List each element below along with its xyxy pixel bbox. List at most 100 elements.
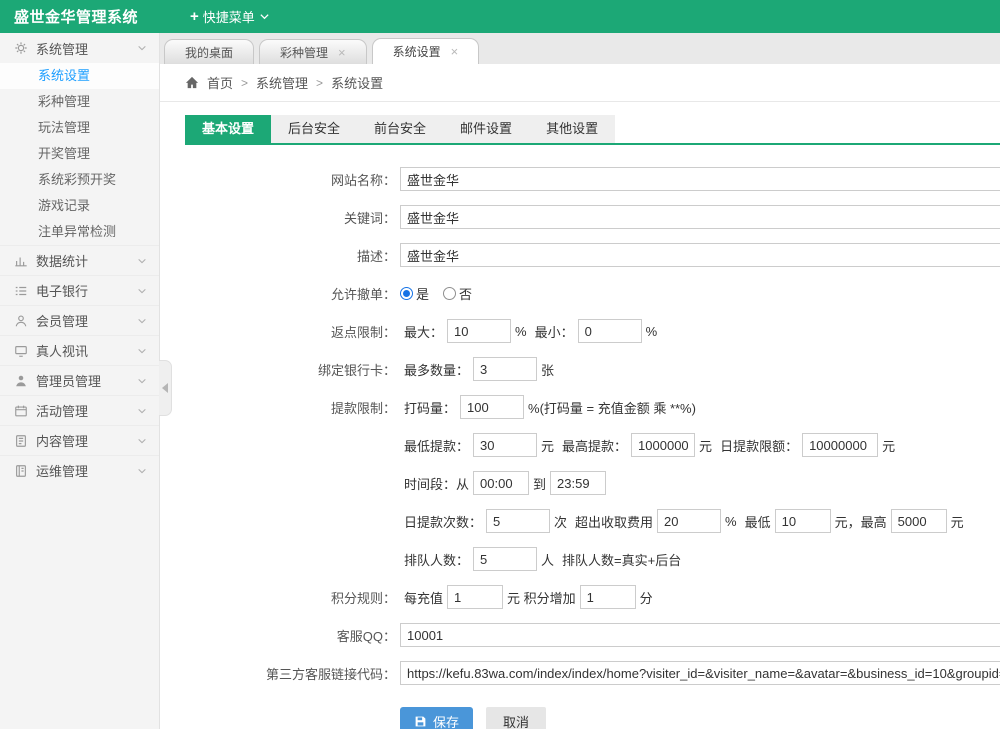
tab-other-settings[interactable]: 其他设置 xyxy=(529,115,615,143)
chevron-down-icon xyxy=(137,436,147,446)
radio-label: 否 xyxy=(459,284,472,303)
form-row: 返点限制： 最大： % 最小： % xyxy=(185,319,1000,343)
close-icon[interactable]: × xyxy=(451,45,459,58)
save-button[interactable]: 保存 xyxy=(400,707,473,729)
radio-checked-icon xyxy=(400,287,413,300)
top-bar: 盛世金华管理系统 + 快捷菜单 xyxy=(0,0,1000,33)
sidebar-section-label: 真人视讯 xyxy=(36,341,137,360)
tab-system-settings[interactable]: 系统设置 × xyxy=(372,38,480,64)
dama-input[interactable] xyxy=(460,395,524,419)
sidebar-item-system-settings[interactable]: 系统设置 xyxy=(0,63,159,89)
tab-mail-settings[interactable]: 邮件设置 xyxy=(443,115,529,143)
sidebar-item-lottery-mgmt[interactable]: 彩种管理 xyxy=(0,89,159,115)
sidebar-section-label: 系统管理 xyxy=(36,39,137,58)
sidebar-section-activities[interactable]: 活动管理 xyxy=(0,395,159,425)
sidebar-section-system[interactable]: 系统管理 xyxy=(0,33,159,63)
sidebar-section-statistics[interactable]: 数据统计 xyxy=(0,245,159,275)
save-icon xyxy=(414,715,427,728)
sidebar-section-label: 数据统计 xyxy=(36,251,137,270)
description-input[interactable] xyxy=(400,243,1000,267)
fee-min-input[interactable] xyxy=(775,509,831,533)
bank-card-qty-label: 最多数量： xyxy=(404,360,469,379)
breadcrumb: 首页 > 系统管理 > 系统设置 xyxy=(160,64,1000,102)
cancel-button[interactable]: 取消 xyxy=(486,707,546,729)
chevron-down-icon xyxy=(137,43,147,53)
keywords-input[interactable] xyxy=(400,205,1000,229)
form-row: 排队人数： 人 排队人数=真实+后台 xyxy=(185,547,1000,571)
sidebar-section-contents[interactable]: 内容管理 xyxy=(0,425,159,455)
sidebar-item-predraw[interactable]: 系统彩预开奖 xyxy=(0,167,159,193)
close-icon[interactable]: × xyxy=(338,46,346,59)
daily-times-input[interactable] xyxy=(486,509,550,533)
bank-card-label: 绑定银行卡： xyxy=(185,360,400,379)
site-name-input[interactable] xyxy=(400,167,1000,191)
breadcrumb-separator: > xyxy=(241,76,248,90)
sidebar-item-game-records[interactable]: 游戏记录 xyxy=(0,193,159,219)
withdraw-limit-label: 提款限制： xyxy=(185,398,400,417)
chart-icon xyxy=(14,254,28,268)
breadcrumb-home[interactable]: 首页 xyxy=(207,73,233,92)
sidebar-collapse-handle[interactable] xyxy=(159,360,172,416)
rebate-max-input[interactable] xyxy=(447,319,511,343)
chevron-down-icon xyxy=(137,376,147,386)
sidebar-section-admins[interactable]: 管理员管理 xyxy=(0,365,159,395)
form-row: 描述： xyxy=(185,243,1000,267)
sidebar-item-play-mgmt[interactable]: 玩法管理 xyxy=(0,115,159,141)
fee-max-input[interactable] xyxy=(891,509,947,533)
sidebar-section-label: 内容管理 xyxy=(36,431,137,450)
points-per-input[interactable] xyxy=(447,585,503,609)
fee-mid-label: 元，最高 xyxy=(835,512,887,531)
points-add-input[interactable] xyxy=(580,585,636,609)
tab-lottery-mgmt[interactable]: 彩种管理 × xyxy=(259,39,367,64)
min-withdraw-input[interactable] xyxy=(473,433,537,457)
percent-sign: % xyxy=(515,324,527,339)
third-party-label: 第三方客服链接代码： xyxy=(185,664,400,683)
queue-input[interactable] xyxy=(473,547,537,571)
sidebar-section-members[interactable]: 会员管理 xyxy=(0,305,159,335)
min-withdraw-label: 最低提款： xyxy=(404,436,469,455)
tab-backend-security[interactable]: 后台安全 xyxy=(271,115,357,143)
daily-limit-input[interactable] xyxy=(802,433,878,457)
form-row: 积分规则： 每充值 元 积分增加 分 xyxy=(185,585,1000,609)
form-row: 绑定银行卡： 最多数量： 张 xyxy=(185,357,1000,381)
tab-my-desktop[interactable]: 我的桌面 xyxy=(164,39,254,64)
description-label: 描述： xyxy=(185,246,400,265)
qq-input[interactable] xyxy=(400,623,1000,647)
form-row: 第三方客服链接代码： xyxy=(185,661,1000,685)
allow-cancel-no-radio[interactable]: 否 xyxy=(443,284,472,303)
queue-note: 排队人数=真实+后台 xyxy=(562,550,681,569)
sidebar-section-ops[interactable]: 运维管理 xyxy=(0,455,159,485)
sidebar-section-label: 运维管理 xyxy=(36,461,137,480)
time-from-input[interactable] xyxy=(473,471,529,495)
sidebar-item-bet-anomaly[interactable]: 注单异常检测 xyxy=(0,219,159,245)
quick-menu-button[interactable]: + 快捷菜单 xyxy=(190,7,270,26)
bank-card-qty-input[interactable] xyxy=(473,357,537,381)
admin-icon xyxy=(14,374,28,388)
rebate-min-label: 最小： xyxy=(535,322,574,341)
queue-unit: 人 xyxy=(541,550,554,569)
fee-input[interactable] xyxy=(657,509,721,533)
time-to-label: 到 xyxy=(533,474,546,493)
sidebar-submenu: 系统设置 彩种管理 玩法管理 开奖管理 系统彩预开奖 游戏记录 注单异常检测 xyxy=(0,63,159,245)
sidebar-section-live-video[interactable]: 真人视讯 xyxy=(0,335,159,365)
sidebar-item-draw-mgmt[interactable]: 开奖管理 xyxy=(0,141,159,167)
form-row: 允许撤单： 是 否 xyxy=(185,281,1000,305)
calendar-icon xyxy=(14,404,28,418)
third-party-input[interactable] xyxy=(400,661,1000,685)
breadcrumb-item[interactable]: 系统管理 xyxy=(256,73,308,92)
tab-frontend-security[interactable]: 前台安全 xyxy=(357,115,443,143)
allow-cancel-yes-radio[interactable]: 是 xyxy=(400,284,429,303)
rebate-max-label: 最大： xyxy=(404,322,443,341)
max-withdraw-input[interactable] xyxy=(631,433,695,457)
points-unit: 分 xyxy=(640,588,653,607)
form-row: 关键词： xyxy=(185,205,1000,229)
sidebar-section-ebank[interactable]: 电子银行 xyxy=(0,275,159,305)
sidebar-section-label: 活动管理 xyxy=(36,401,137,420)
breadcrumb-item[interactable]: 系统设置 xyxy=(331,73,383,92)
times-unit: 次 xyxy=(554,512,567,531)
points-rule-label: 积分规则： xyxy=(185,588,400,607)
max-withdraw-label: 最高提款： xyxy=(562,436,627,455)
time-to-input[interactable] xyxy=(550,471,606,495)
rebate-min-input[interactable] xyxy=(578,319,642,343)
tab-basic-settings[interactable]: 基本设置 xyxy=(185,115,271,143)
